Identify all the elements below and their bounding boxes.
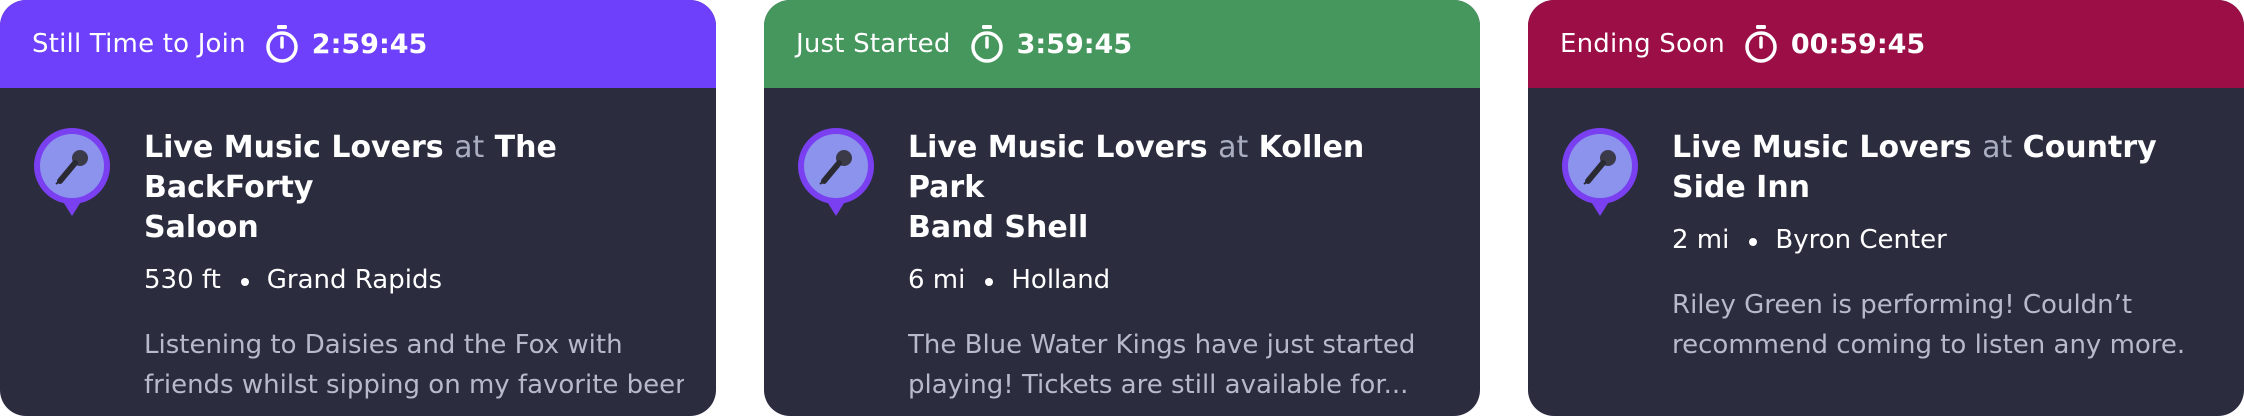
at-connector: at: [1218, 130, 1249, 165]
card-header: Ending Soon 00:59:45: [1528, 0, 2244, 88]
event-description: Riley Green is performing! Couldn’t reco…: [1672, 285, 2212, 365]
status-label: Just Started: [796, 29, 951, 59]
card-body: Live Music Lovers at Kollen Park Band She…: [764, 88, 1480, 416]
description-line: recommend coming to listen any more.: [1672, 330, 2186, 360]
event-title: Live Music Lovers at The BackForty Saloon: [144, 128, 684, 248]
stopwatch-icon: [1743, 24, 1779, 64]
card-header: Just Started 3:59:45: [764, 0, 1480, 88]
event-title: Live Music Lovers at Kollen Park Band She…: [908, 128, 1448, 248]
venue-name-line: Country: [2022, 130, 2157, 165]
city: Byron Center: [1775, 225, 1947, 255]
event-card[interactable]: Still Time to Join 2:59:45 Live Music Lo…: [0, 0, 716, 416]
city: Holland: [1011, 265, 1111, 295]
card-header: Still Time to Join 2:59:45: [0, 0, 716, 88]
event-description: The Blue Water Kings have just started p…: [908, 325, 1448, 405]
card-body: Live Music Lovers at Country Side Inn 2 m…: [1528, 88, 2244, 416]
event-card[interactable]: Just Started 3:59:45 Live Music Lovers a…: [764, 0, 1480, 416]
separator-dot: [1749, 238, 1758, 246]
event-description: Listening to Daisies and the Fox with fr…: [144, 325, 684, 405]
group-name: Live Music Lovers: [1672, 130, 1972, 165]
separator-dot: [985, 278, 994, 286]
event-content: Live Music Lovers at Kollen Park Band She…: [908, 128, 1448, 405]
event-content: Live Music Lovers at Country Side Inn 2 m…: [1672, 128, 2212, 365]
at-connector: at: [454, 130, 485, 165]
event-meta: 530 ft Grand Rapids: [144, 265, 684, 295]
card-body: Live Music Lovers at The BackForty Saloon…: [0, 88, 716, 416]
description-line: The Blue Water Kings have just started: [908, 330, 1416, 360]
distance: 2 mi: [1672, 225, 1730, 255]
status-label: Ending Soon: [1560, 29, 1725, 59]
microphone-icon: [794, 126, 878, 222]
description-line: Riley Green is performing! Couldn’t: [1672, 290, 2133, 320]
event-title: Live Music Lovers at Country Side Inn: [1672, 128, 2212, 208]
event-card[interactable]: Ending Soon 00:59:45 Live Music Lovers a…: [1528, 0, 2244, 416]
venue-name-line: Side Inn: [1672, 170, 1811, 205]
venue-name-line: Saloon: [144, 210, 259, 245]
event-content: Live Music Lovers at The BackForty Saloon…: [144, 128, 684, 405]
group-name: Live Music Lovers: [144, 130, 444, 165]
description-line: friends whilst sipping on my favorite be…: [144, 370, 684, 400]
distance: 530 ft: [144, 265, 221, 295]
distance: 6 mi: [908, 265, 966, 295]
city: Grand Rapids: [266, 265, 443, 295]
at-connector: at: [1982, 130, 2013, 165]
event-cards: Still Time to Join 2:59:45 Live Music Lo…: [0, 0, 2244, 416]
description-line: playing! Tickets are still available for…: [908, 370, 1409, 400]
countdown-timer: 2:59:45: [311, 28, 428, 60]
stopwatch-icon: [969, 24, 1005, 64]
stopwatch-icon: [264, 24, 300, 64]
group-name: Live Music Lovers: [908, 130, 1208, 165]
venue-name-line: Band Shell: [908, 210, 1089, 245]
event-meta: 6 mi Holland: [908, 265, 1448, 295]
countdown-timer: 3:59:45: [1016, 28, 1133, 60]
countdown-timer: 00:59:45: [1790, 28, 1926, 60]
event-meta: 2 mi Byron Center: [1672, 225, 2212, 255]
status-label: Still Time to Join: [32, 29, 246, 59]
microphone-icon: [1558, 126, 1642, 222]
microphone-icon: [30, 126, 114, 222]
separator-dot: [240, 278, 249, 286]
description-line: Listening to Daisies and the Fox with: [144, 330, 623, 360]
